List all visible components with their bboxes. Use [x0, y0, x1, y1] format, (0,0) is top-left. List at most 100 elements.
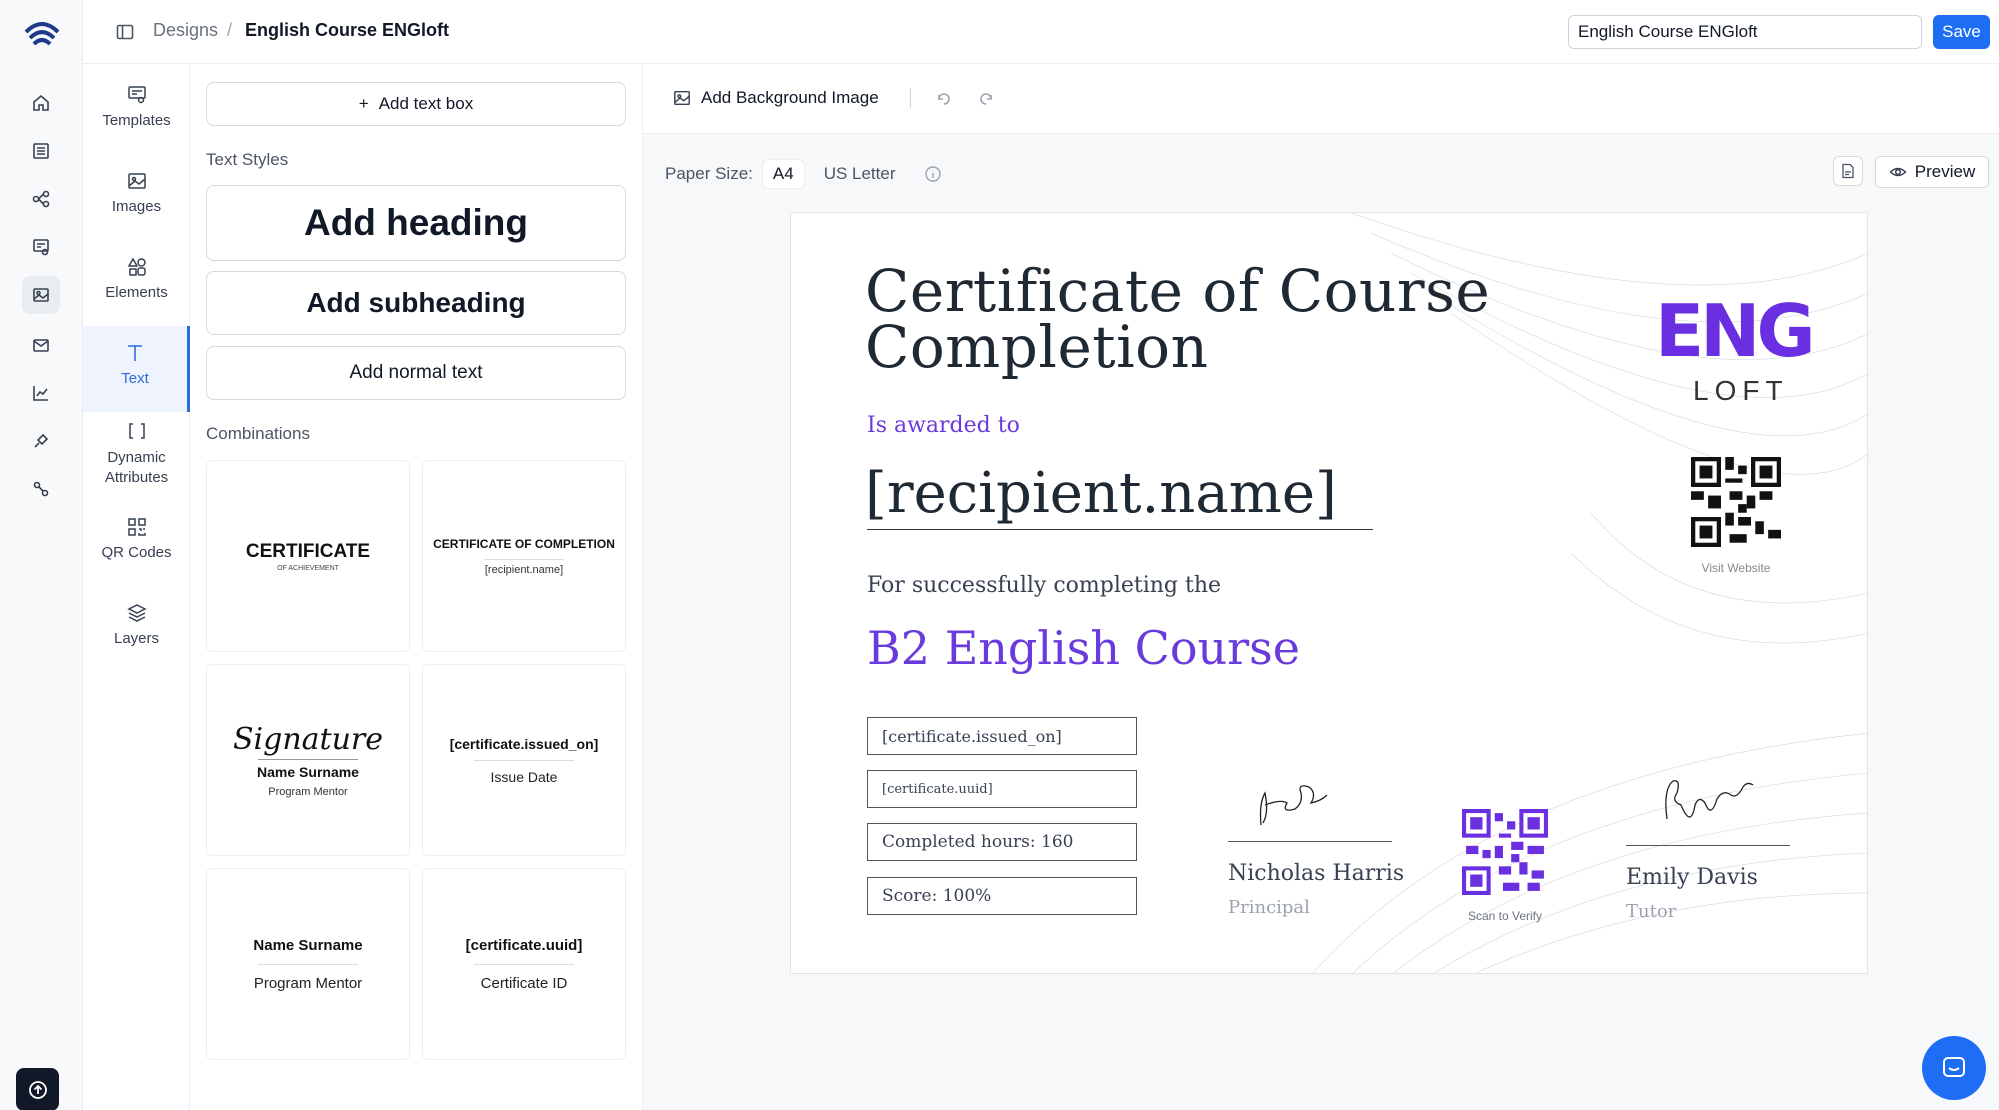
brackets-icon — [128, 423, 145, 439]
combo-certificate-id[interactable]: [certificate.uuid] Certificate ID — [422, 868, 626, 1060]
rail-home-icon[interactable] — [22, 84, 60, 122]
tab-layers-label: Layers — [113, 630, 160, 647]
chat-support-button[interactable] — [1922, 1036, 1986, 1100]
info-icon[interactable] — [924, 165, 942, 183]
add-subheading-button[interactable]: Add subheading — [206, 271, 626, 335]
rail-integration-icon[interactable] — [22, 422, 60, 460]
completed-hours-field[interactable]: Completed hours: 160 — [867, 823, 1137, 861]
rail-mail-icon[interactable] — [22, 326, 60, 364]
score-field[interactable]: Score: 100% — [867, 877, 1137, 915]
certificate-title-line2: Completion — [865, 313, 1209, 381]
tab-dynamic-attributes-label: Dynamic Attributes — [104, 449, 169, 486]
tab-qr-codes-label: QR Codes — [101, 544, 172, 561]
upgrade-button[interactable] — [16, 1068, 59, 1110]
rail-list-icon[interactable] — [22, 132, 60, 170]
breadcrumb-separator: / — [227, 20, 233, 40]
certificate-title-line1: Certificate of Course — [865, 257, 1491, 325]
redo-icon[interactable] — [977, 90, 995, 108]
breadcrumb-designs[interactable]: Designs — [153, 20, 218, 41]
tab-layers[interactable]: Layers — [83, 602, 190, 647]
rail-certificate-icon[interactable] — [22, 228, 60, 266]
paper-size-label: Paper Size: — [665, 164, 753, 183]
combo-name: Name Surname — [253, 936, 363, 954]
preview-button[interactable]: Preview — [1875, 156, 1989, 188]
combo-certificate-achievement[interactable]: CERTIFICATE OF ACHIEVEMENT — [206, 460, 410, 652]
text-styles-label: Text Styles — [206, 150, 289, 169]
combo-issue-date[interactable]: [certificate.issued_on] Issue Date — [422, 664, 626, 856]
top-bar: Designs / English Course ENGloft Save — [83, 0, 1999, 64]
tool-tabs: Templates Images Elements Text Dynamic A… — [83, 64, 190, 1110]
tab-templates[interactable]: Templates — [83, 84, 190, 129]
paper-size-selector: Paper Size: A4 US Letter — [665, 160, 942, 188]
signature-line-2 — [1626, 845, 1790, 846]
chat-icon — [1943, 1057, 1965, 1077]
signer2-role[interactable]: Tutor — [1626, 901, 1676, 922]
download-pdf-button[interactable] — [1833, 156, 1863, 186]
app-logo[interactable] — [22, 14, 62, 48]
combo-divider — [258, 963, 358, 965]
combo-title: [certificate.uuid] — [465, 936, 583, 954]
qr-icon — [127, 518, 146, 536]
rail-hierarchy-icon[interactable] — [22, 180, 60, 218]
image-icon — [674, 90, 690, 106]
tab-dynamic-attributes[interactable]: Dynamic Attributes — [83, 420, 190, 488]
signer1-name[interactable]: Nicholas Harris — [1228, 861, 1404, 886]
issued-on-field[interactable]: [certificate.issued_on] — [867, 717, 1137, 755]
certificate-canvas[interactable]: Certificate of Course Completion Is awar… — [790, 212, 1868, 974]
text-icon — [128, 345, 142, 361]
combo-divider — [258, 759, 358, 760]
qr-website-code[interactable] — [1691, 457, 1781, 547]
combo-signature[interactable]: Signature Name Surname Program Mentor — [206, 664, 410, 856]
course-name[interactable]: B2 English Course — [867, 621, 1300, 675]
tab-elements[interactable]: Elements — [83, 256, 190, 301]
templates-icon — [127, 86, 146, 104]
add-heading-button[interactable]: Add heading — [206, 185, 626, 261]
rail-image-icon[interactable] — [22, 276, 60, 314]
app-rail — [0, 0, 83, 1110]
signature-nicholas[interactable] — [1251, 773, 1341, 833]
rail-link-icon[interactable] — [22, 470, 60, 508]
completing-text[interactable]: For successfully completing the — [867, 573, 1221, 598]
image-icon — [127, 173, 146, 189]
signature-line-1 — [1228, 841, 1392, 842]
signer1-role[interactable]: Principal — [1228, 897, 1310, 918]
add-text-box-button[interactable]: + Add text box — [206, 82, 626, 126]
combo-certificate-completion[interactable]: CERTIFICATE OF COMPLETION [recipient.nam… — [422, 460, 626, 652]
toolbar-divider — [910, 88, 911, 108]
qr-verify-code[interactable] — [1462, 809, 1548, 895]
engloft-logo-top[interactable]: ENG — [1655, 295, 1816, 367]
paper-option-a4[interactable]: A4 — [762, 160, 804, 188]
tab-templates-label: Templates — [102, 112, 171, 129]
tab-text-label: Text — [121, 370, 149, 387]
design-title-input[interactable] — [1568, 15, 1922, 49]
rail-chart-icon[interactable] — [22, 374, 60, 412]
signature-emily[interactable] — [1651, 769, 1761, 839]
qr-verify-label: Scan to Verify — [1467, 909, 1543, 923]
tab-images[interactable]: Images — [83, 170, 190, 215]
combo-subtitle: [recipient.name] — [484, 563, 564, 576]
tab-text[interactable]: Text — [83, 326, 190, 412]
awarded-text[interactable]: Is awarded to — [867, 413, 1020, 438]
recipient-name-placeholder[interactable]: [recipient.name] — [865, 461, 1337, 526]
add-background-image-button[interactable]: Add Background Image — [673, 88, 879, 108]
combo-subtitle: Issue Date — [490, 768, 558, 785]
combo-name-surname[interactable]: Name Surname Program Mentor — [206, 868, 410, 1060]
canvas-area: Add Background Image Paper Size: A4 US L… — [643, 64, 1999, 1110]
add-normal-text-button[interactable]: Add normal text — [206, 346, 626, 400]
combo-title: CERTIFICATE — [245, 540, 371, 562]
tab-images-label: Images — [111, 198, 162, 215]
combo-signature-script: Signature — [232, 722, 384, 757]
plus-icon: + — [358, 94, 369, 113]
pdf-icon — [1842, 163, 1854, 179]
sidebar-toggle-icon[interactable] — [115, 22, 135, 42]
combo-subtitle: Certificate ID — [480, 974, 568, 992]
certificate-title[interactable]: Certificate of Course Completion — [865, 257, 1491, 381]
tab-qr-codes[interactable]: QR Codes — [83, 516, 190, 561]
uuid-field[interactable]: [certificate.uuid] — [867, 770, 1137, 808]
undo-icon[interactable] — [935, 90, 953, 108]
save-button[interactable]: Save — [1933, 15, 1990, 49]
paper-option-us-letter[interactable]: US Letter — [814, 160, 906, 188]
signer2-name[interactable]: Emily Davis — [1626, 865, 1758, 890]
engloft-logo-bottom[interactable]: LOFT — [1693, 375, 1789, 407]
shapes-icon — [127, 257, 146, 276]
